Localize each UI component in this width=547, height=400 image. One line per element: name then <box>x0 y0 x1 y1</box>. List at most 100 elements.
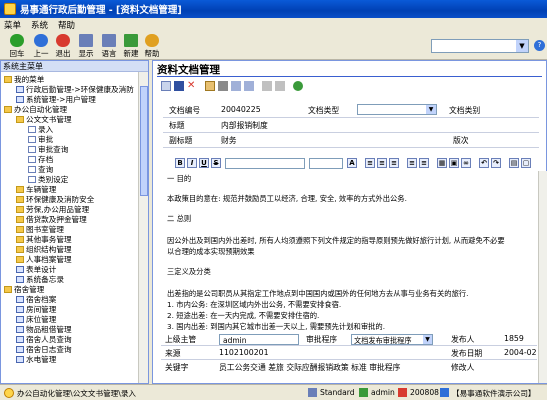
preview-icon[interactable] <box>231 81 241 91</box>
bold-button[interactable]: B <box>175 158 185 168</box>
undo-button[interactable]: ↶ <box>479 158 489 168</box>
redo-button[interactable]: ↷ <box>491 158 501 168</box>
folder-icon <box>16 115 24 123</box>
source-button[interactable]: ▤ <box>509 158 519 168</box>
size-select[interactable] <box>309 158 343 169</box>
link-button[interactable]: ∞ <box>461 158 471 168</box>
sidebar-item[interactable]: 车辆管理 <box>16 184 56 194</box>
subtitle-field[interactable]: 财务 <box>221 135 237 146</box>
display-button[interactable]: 显示 <box>75 34 97 58</box>
italic-button[interactable]: I <box>187 158 197 168</box>
sidebar-scrollbar[interactable] <box>138 72 148 383</box>
sidebar-item[interactable]: 我的菜单 <box>4 74 44 84</box>
align-left-button[interactable]: ≡ <box>365 158 375 168</box>
indent-button[interactable]: ≡ <box>419 158 429 168</box>
form-row-source: 来源 1102100201 发布日期 2004-02 <box>161 347 537 360</box>
title-field[interactable]: 内部报销制度 <box>221 120 268 131</box>
sidebar-item[interactable]: 环保健康及消防安全 <box>16 194 94 204</box>
font-select[interactable] <box>225 158 305 169</box>
sidebar-item[interactable]: 组织结构管理 <box>16 244 72 254</box>
align-center-button[interactable]: ≡ <box>377 158 387 168</box>
enter-button[interactable]: 回车 <box>6 34 28 58</box>
doc-icon <box>16 305 24 313</box>
sidebar-item[interactable]: 类别设定 <box>28 174 68 184</box>
paste-icon[interactable] <box>275 81 285 91</box>
refresh-icon[interactable] <box>293 81 303 91</box>
process-select[interactable]: 文档发布审批程序 ▼ <box>351 334 433 345</box>
source-field[interactable]: 1102100201 <box>219 348 269 357</box>
sidebar-item[interactable]: 借贷款及押金管理 <box>16 214 87 224</box>
supervisor-select[interactable]: admin <box>219 334 299 345</box>
doc-icon <box>16 355 24 363</box>
exit-button[interactable]: 退出 <box>52 34 74 58</box>
sidebar-item[interactable]: 其他事务管理 <box>16 234 72 244</box>
language-button[interactable]: 语言 <box>98 34 120 58</box>
folder-icon <box>16 185 24 193</box>
back-button[interactable]: 上一 <box>30 34 52 58</box>
chevron-down-icon: ▼ <box>426 105 436 114</box>
toolbar-dropdown[interactable]: ▼ <box>431 39 529 53</box>
help-button[interactable]: 帮助 <box>141 34 163 58</box>
sidebar-item[interactable]: 行政后勤管理->环保健康及消防 <box>16 84 134 94</box>
menu-item-help[interactable]: 帮助 <box>58 19 75 31</box>
sidebar-item[interactable]: 水电管理 <box>16 354 56 364</box>
sidebar-item[interactable]: 存档 <box>28 154 53 164</box>
delete-icon[interactable]: ✕ <box>187 81 197 91</box>
sidebar-item[interactable]: 宿舍人员查询 <box>16 334 72 344</box>
doc-type-select[interactable]: ▼ <box>357 104 437 115</box>
app-icon <box>4 3 16 15</box>
sidebar-item[interactable]: 查询 <box>28 164 53 174</box>
sidebar-item[interactable]: 宿舍档案 <box>16 294 56 304</box>
save-icon[interactable] <box>174 81 184 91</box>
user-icon <box>359 388 368 397</box>
list-button[interactable]: ≡ <box>407 158 417 168</box>
fullscreen-button[interactable]: ▢ <box>521 158 531 168</box>
sidebar-item[interactable]: 图书室管理 <box>16 224 64 234</box>
sidebar-item[interactable]: 表单设计 <box>16 264 56 274</box>
print-icon[interactable] <box>218 81 228 91</box>
new-button[interactable]: 新建 <box>120 34 142 58</box>
folder-icon <box>16 195 24 203</box>
underline-button[interactable]: U <box>199 158 209 168</box>
sidebar-item[interactable]: 审批查询 <box>28 144 68 154</box>
date-field[interactable]: 2004-02 <box>504 348 537 357</box>
align-right-button[interactable]: ≡ <box>389 158 399 168</box>
scrollbar-thumb[interactable] <box>140 86 148 196</box>
publisher-field[interactable]: 1859 <box>504 334 524 343</box>
sidebar-item[interactable]: 审批 <box>28 134 53 144</box>
sidebar-item[interactable]: 办公自动化管理 <box>4 104 67 114</box>
sidebar-item[interactable]: 物品租借管理 <box>16 324 72 334</box>
sidebar-item[interactable]: 人事档案管理 <box>16 254 72 264</box>
menu-item-menu[interactable]: 菜单 <box>4 19 21 31</box>
document-panel: 资料文档管理 ✕ 文档编号 20040225 文档类型 ▼ 文档类别 标题 内部… <box>152 60 547 384</box>
image-button[interactable]: ▣ <box>449 158 459 168</box>
doc-icon <box>28 135 36 143</box>
doc-no-field[interactable]: 20040225 <box>221 105 261 114</box>
sidebar-item[interactable]: 宿舍日志查询 <box>16 344 72 354</box>
editor-scrollbar[interactable] <box>538 171 547 383</box>
table-button[interactable]: ▦ <box>437 158 447 168</box>
copy-icon[interactable] <box>244 81 254 91</box>
help-circle-icon[interactable]: ? <box>534 40 545 51</box>
cut-icon[interactable] <box>262 81 272 91</box>
new-doc-icon[interactable] <box>161 81 171 91</box>
open-icon[interactable] <box>205 81 215 91</box>
doc-icon <box>16 315 24 323</box>
strike-button[interactable]: S <box>211 158 221 168</box>
color-button[interactable]: A <box>347 158 357 168</box>
menu-bar: 菜单 系统 帮助 <box>0 18 547 32</box>
sidebar-item[interactable]: 劳保,办公用品管理 <box>16 204 89 214</box>
menu-item-system[interactable]: 系统 <box>31 19 48 31</box>
window-title: 易事通行政后勤管理 - [资料文档管理] <box>20 5 182 16</box>
help-icon <box>145 34 159 47</box>
doc-icon <box>16 345 24 353</box>
sidebar-item[interactable]: 床位管理 <box>16 314 56 324</box>
sidebar-item[interactable]: 系统备忘录 <box>16 274 64 284</box>
sidebar-item[interactable]: 录入 <box>28 124 53 134</box>
keyword-field[interactable]: 员工公务交通 差旅 交际应酬报销政策 标准 审批程序 <box>219 362 444 373</box>
sidebar-item[interactable]: 系统管理->用户管理 <box>16 94 96 104</box>
sidebar-item[interactable]: 宿舍管理 <box>4 284 44 294</box>
sidebar-item[interactable]: 公文文书管理 <box>16 114 72 124</box>
title-divider <box>157 76 542 77</box>
sidebar-item[interactable]: 房间管理 <box>16 304 56 314</box>
